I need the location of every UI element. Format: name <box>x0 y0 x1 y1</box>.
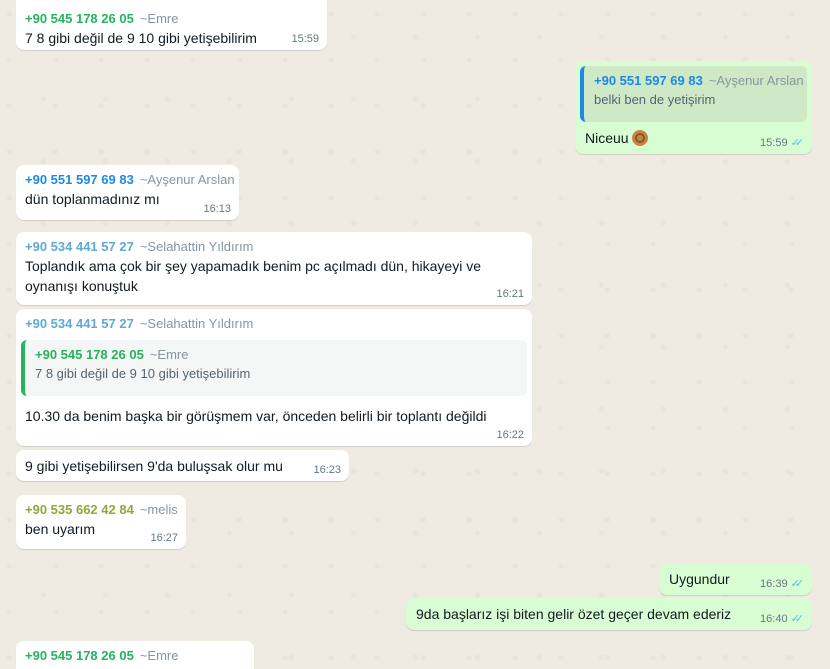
message-time: 16:27 <box>150 532 178 544</box>
read-receipt-icon: ✓✓ <box>790 613 805 625</box>
sender-name: ~melis <box>139 502 178 517</box>
message-bubble-incoming[interactable]: 9 gibi yetişebilirsen 9'da buluşsak olur… <box>16 450 349 481</box>
message-time: 16:23 <box>313 464 341 476</box>
message-time: 16:21 <box>496 288 524 300</box>
message-bubble-incoming[interactable]: +90 551 597 69 83 ~Ayşenur Arslan dün top… <box>16 165 239 220</box>
quoted-sender: +90 545 178 26 05 ~Emre <box>35 346 517 364</box>
message-text: dün toplanmadınız mı <box>25 191 160 207</box>
message-time: 16:13 <box>203 203 231 215</box>
message-sender: +90 545 178 26 05 ~Emre <box>25 647 245 665</box>
sender-name: ~Selahattin Yıldırım <box>139 239 254 254</box>
message-time: 15:59 <box>291 33 319 45</box>
message-time: 16:40 ✓✓ <box>760 612 805 626</box>
message-bubble-outgoing[interactable]: Uygundur 16:39 ✓✓ <box>659 563 812 595</box>
message-text: 9da başlarız işi biten gelir özet geçer … <box>416 606 732 622</box>
quoted-sender-name: ~Emre <box>149 347 189 362</box>
sender-name: ~Selahattin Yıldırım <box>139 316 254 331</box>
quoted-message[interactable]: +90 545 178 26 05 ~Emre 7 8 gibi değil de… <box>21 340 527 396</box>
read-receipt-icon: ✓✓ <box>790 137 805 149</box>
message-bubble-incoming[interactable]: +90 545 178 26 05 ~Emre 7 8 gibi değil de… <box>16 0 327 50</box>
message-sender: +90 534 441 57 27 ~Selahattin Yıldırım <box>25 238 523 256</box>
message-text-line: Toplandık ama çok bir şey yapamadık beni… <box>25 258 482 274</box>
message-text: Toplandık ama çok bir şey yapamadık beni… <box>25 256 523 296</box>
sender-phone[interactable]: +90 535 662 42 84 <box>25 502 134 517</box>
quoted-message[interactable]: +90 551 597 69 83 ~Ayşenur Arslan belki b… <box>580 66 807 122</box>
quoted-text: 7 8 gibi değil de 9 10 gibi yetişebiliri… <box>35 366 251 381</box>
message-bubble-incoming[interactable]: +90 535 662 42 84 ~melis ben uyarım 16:27 <box>16 495 186 549</box>
sender-phone[interactable]: +90 534 441 57 27 <box>25 239 134 254</box>
quoted-sender-name: ~Ayşenur Arslan <box>708 73 804 88</box>
message-bubble-incoming[interactable]: +90 545 178 26 05 ~Emre <box>16 641 254 669</box>
read-receipt-icon: ✓✓ <box>790 578 805 590</box>
sender-name: ~Ayşenur Arslan <box>139 172 235 187</box>
message-sender: +90 535 662 42 84 ~melis <box>25 501 178 519</box>
message-text-line: oynanışı konuştuk <box>25 278 138 294</box>
ok-hand-emoji <box>631 130 648 146</box>
quoted-sender-phone: +90 545 178 26 05 <box>35 347 144 362</box>
message-sender: +90 534 441 57 27 ~Selahattin Yıldırım <box>21 315 527 333</box>
sender-phone[interactable]: +90 534 441 57 27 <box>25 316 134 331</box>
sender-phone[interactable]: +90 545 178 26 05 <box>25 648 134 663</box>
message-text: 10.30 da benim başka bir görüşmem var, ö… <box>25 408 487 424</box>
message-time: 16:39 ✓✓ <box>760 577 805 591</box>
sender-phone[interactable]: +90 545 178 26 05 <box>25 11 134 26</box>
message-time: 16:22 <box>496 429 524 441</box>
message-text: 7 8 gibi değil de 9 10 gibi yetişebiliri… <box>25 30 257 46</box>
sender-name: ~Emre <box>139 11 179 26</box>
sender-phone[interactable]: +90 551 597 69 83 <box>25 172 134 187</box>
message-sender: +90 545 178 26 05 ~Emre <box>25 10 318 28</box>
message-bubble-incoming[interactable]: +90 534 441 57 27 ~Selahattin Yıldırım To… <box>16 232 532 305</box>
sender-name: ~Emre <box>139 648 179 663</box>
message-bubble-outgoing[interactable]: 9da başlarız işi biten gelir özet geçer … <box>406 598 812 630</box>
message-bubble-outgoing[interactable]: +90 551 597 69 83 ~Ayşenur Arslan belki b… <box>575 61 812 154</box>
message-time: 15:59 ✓✓ <box>760 136 805 150</box>
quoted-text: belki ben de yetişirim <box>594 92 716 107</box>
message-bubble-incoming[interactable]: +90 534 441 57 27 ~Selahattin Yıldırım +9… <box>16 309 532 446</box>
quoted-sender: +90 551 597 69 83 ~Ayşenur Arslan <box>594 72 804 90</box>
quoted-sender-phone: +90 551 597 69 83 <box>594 73 703 88</box>
message-text: 9 gibi yetişebilirsen 9'da buluşsak olur… <box>25 458 283 474</box>
message-sender: +90 551 597 69 83 ~Ayşenur Arslan <box>25 171 235 189</box>
